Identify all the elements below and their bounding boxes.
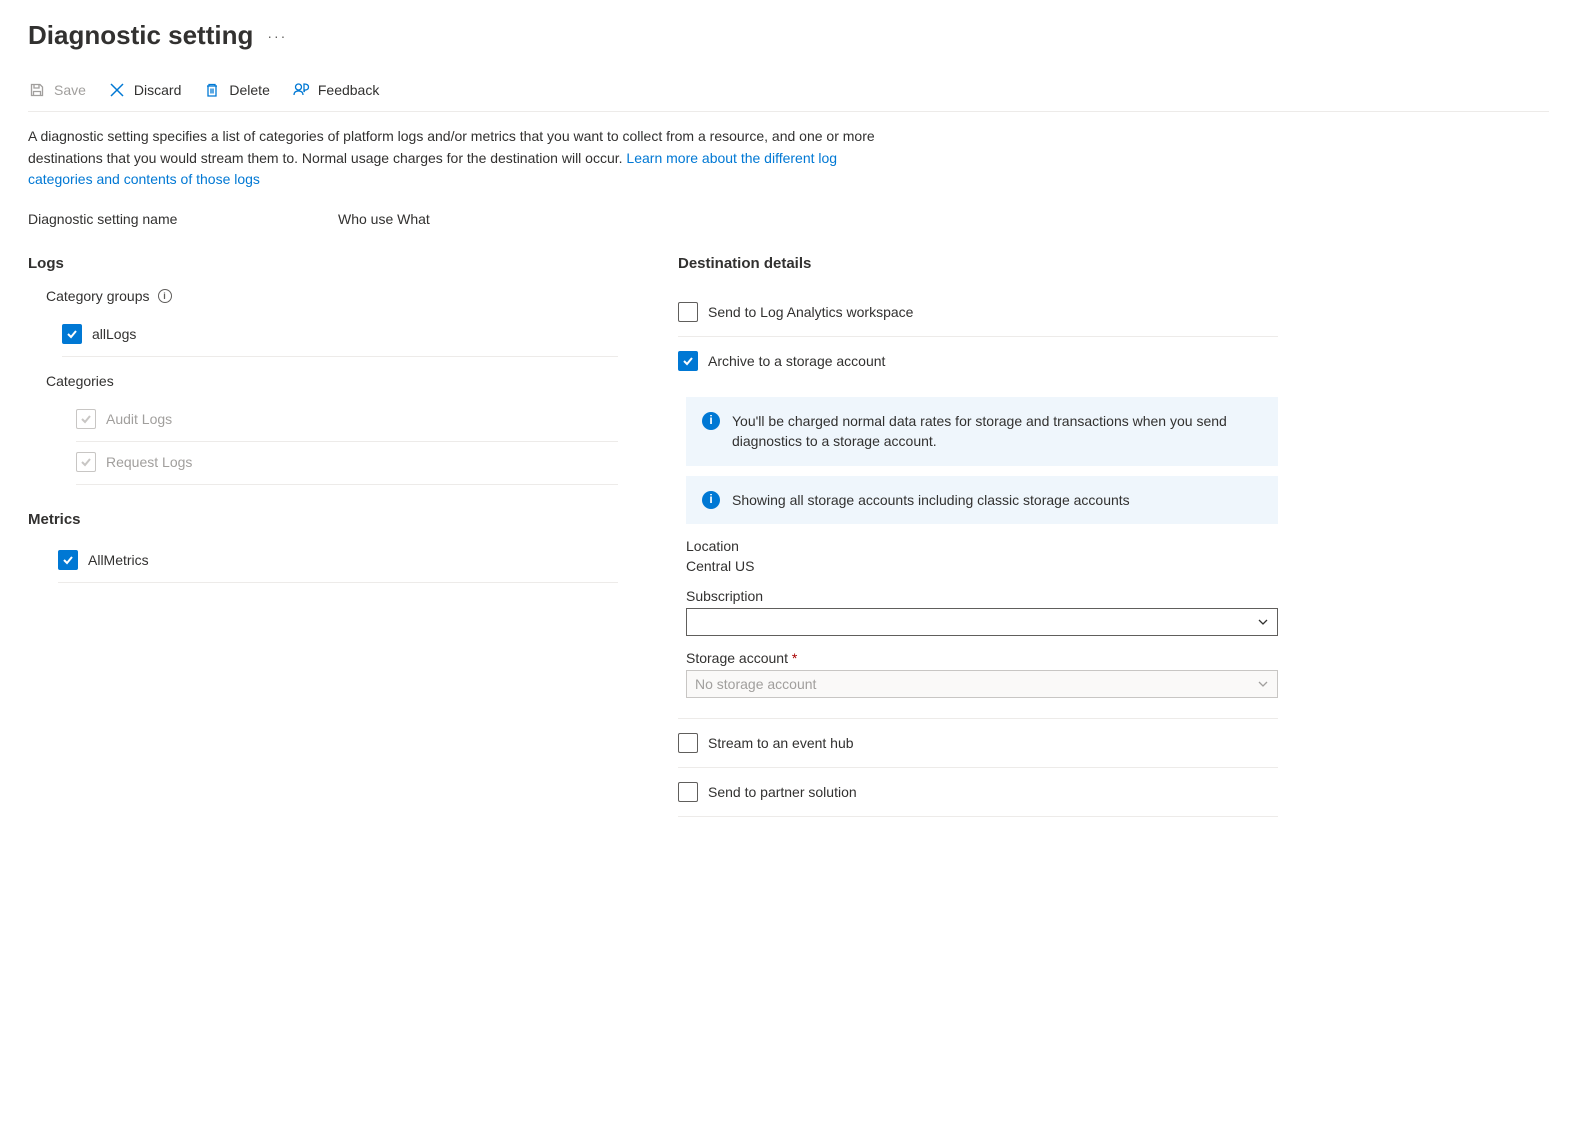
- storage-label: Archive to a storage account: [708, 353, 885, 369]
- request-logs-row: Request Logs: [76, 442, 618, 485]
- delete-button[interactable]: Delete: [203, 79, 269, 101]
- diagnostic-name-value: Who use What: [338, 211, 430, 227]
- event-hub-checkbox[interactable]: [678, 733, 698, 753]
- location-field: Location Central US: [686, 538, 1278, 574]
- alllogs-checkbox[interactable]: [62, 324, 82, 344]
- storage-account-field: Storage account * No storage account: [686, 650, 1278, 698]
- storage-account-value: No storage account: [695, 676, 816, 692]
- discard-button[interactable]: Discard: [108, 79, 181, 101]
- allmetrics-label: AllMetrics: [88, 552, 149, 568]
- description-text: A diagnostic setting specifies a list of…: [28, 126, 883, 191]
- storage-row: Archive to a storage account i You'll be…: [678, 337, 1278, 719]
- storage-account-select: No storage account: [686, 670, 1278, 698]
- chevron-down-icon: [1257, 678, 1269, 690]
- feedback-button[interactable]: Feedback: [292, 79, 379, 101]
- close-icon: [108, 81, 126, 99]
- storage-info-accounts: i Showing all storage accounts including…: [686, 476, 1278, 524]
- destination-heading: Destination details: [678, 255, 1278, 272]
- storage-checkbox[interactable]: [678, 351, 698, 371]
- event-hub-label: Stream to an event hub: [708, 735, 854, 751]
- delete-label: Delete: [229, 82, 269, 98]
- feedback-label: Feedback: [318, 82, 379, 98]
- audit-logs-row: Audit Logs: [76, 399, 618, 442]
- request-logs-label: Request Logs: [106, 454, 192, 470]
- log-analytics-label: Send to Log Analytics workspace: [708, 304, 913, 320]
- audit-logs-checkbox: [76, 409, 96, 429]
- partner-row: Send to partner solution: [678, 768, 1278, 817]
- alllogs-label: allLogs: [92, 326, 136, 342]
- save-button: Save: [28, 79, 86, 101]
- location-label: Location: [686, 538, 1278, 554]
- logs-heading: Logs: [28, 255, 618, 272]
- subscription-label: Subscription: [686, 588, 1278, 604]
- storage-info-charges: i You'll be charged normal data rates fo…: [686, 397, 1278, 466]
- info-icon[interactable]: i: [158, 289, 172, 303]
- location-value: Central US: [686, 558, 1278, 574]
- metrics-heading: Metrics: [28, 511, 618, 528]
- discard-label: Discard: [134, 82, 181, 98]
- category-groups-label: Category groups i: [46, 288, 618, 304]
- subscription-select[interactable]: [686, 608, 1278, 636]
- feedback-icon: [292, 81, 310, 99]
- storage-account-label: Storage account *: [686, 650, 1278, 666]
- log-analytics-checkbox[interactable]: [678, 302, 698, 322]
- allmetrics-checkbox[interactable]: [58, 550, 78, 570]
- toolbar: Save Discard Delete Feedback: [28, 71, 1549, 112]
- audit-logs-label: Audit Logs: [106, 411, 172, 427]
- partner-label: Send to partner solution: [708, 784, 857, 800]
- event-hub-row: Stream to an event hub: [678, 719, 1278, 768]
- categories-label: Categories: [46, 373, 618, 389]
- diagnostic-name-row: Diagnostic setting name Who use What: [28, 211, 1549, 227]
- subscription-field: Subscription: [686, 588, 1278, 636]
- request-logs-checkbox: [76, 452, 96, 472]
- save-icon: [28, 81, 46, 99]
- alllogs-row: allLogs: [62, 314, 618, 357]
- allmetrics-row: AllMetrics: [58, 542, 618, 583]
- page-header: Diagnostic setting ···: [28, 20, 1549, 51]
- chevron-down-icon: [1257, 616, 1269, 628]
- diagnostic-name-label: Diagnostic setting name: [28, 211, 338, 227]
- info-icon: i: [702, 412, 720, 430]
- partner-checkbox[interactable]: [678, 782, 698, 802]
- log-analytics-row: Send to Log Analytics workspace: [678, 288, 1278, 337]
- trash-icon: [203, 81, 221, 99]
- info-icon: i: [702, 491, 720, 509]
- page-title: Diagnostic setting: [28, 20, 253, 51]
- save-label: Save: [54, 82, 86, 98]
- more-icon[interactable]: ···: [267, 28, 287, 44]
